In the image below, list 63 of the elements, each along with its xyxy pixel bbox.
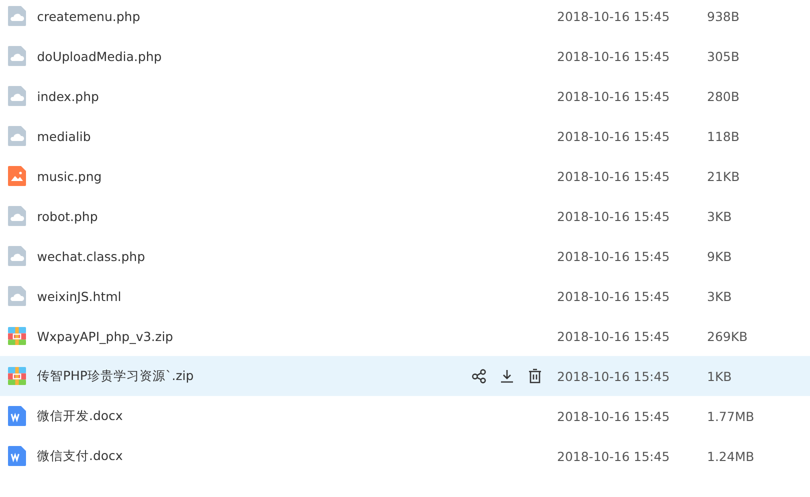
modified-date: 2018-10-16 15:45 (557, 48, 671, 64)
file-name: wechat.class.php (37, 248, 146, 264)
file-name: music.png (37, 168, 103, 184)
file-size: 305B (707, 48, 740, 64)
modified-date: 2018-10-16 15:45 (557, 448, 671, 464)
modified-date: 2018-10-16 15:45 (557, 168, 671, 184)
modified-date: 2018-10-16 15:45 (557, 248, 671, 264)
file-row[interactable]: 微信开发.docx 2018-10-16 15:45 1.77MB (0, 396, 810, 436)
file-size: 21KB (707, 168, 740, 184)
modified-date: 2018-10-16 15:45 (557, 328, 671, 344)
cloud-file-icon (8, 86, 26, 106)
modified-date: 2018-10-16 15:45 (557, 8, 671, 24)
cloud-file-icon (8, 126, 26, 146)
word-file-icon (8, 406, 26, 426)
modified-date: 2018-10-16 15:45 (557, 128, 671, 144)
share-icon[interactable] (471, 368, 487, 384)
file-size: 118B (707, 128, 740, 144)
download-icon[interactable] (499, 368, 515, 384)
modified-date: 2018-10-16 15:45 (557, 368, 671, 384)
file-size: 1.24MB (707, 448, 754, 464)
file-size: 3KB (707, 208, 732, 224)
modified-date: 2018-10-16 15:45 (557, 208, 671, 224)
archive-file-icon (8, 326, 26, 346)
file-row[interactable]: index.php 2018-10-16 15:45 280B (0, 76, 810, 116)
file-name: medialib (37, 128, 92, 144)
file-row[interactable]: createmenu.php 2018-10-16 15:45 938B (0, 0, 810, 36)
file-row[interactable]: music.png 2018-10-16 15:45 21KB (0, 156, 810, 196)
modified-date: 2018-10-16 15:45 (557, 408, 671, 424)
file-row[interactable]: 微信支付.docx 2018-10-16 15:45 1.24MB (0, 436, 810, 476)
file-size: 280B (707, 88, 740, 104)
cloud-file-icon (8, 246, 26, 266)
word-file-icon (8, 446, 26, 466)
file-name: 微信支付.docx (37, 448, 124, 464)
file-row[interactable]: wechat.class.php 2018-10-16 15:45 9KB (0, 236, 810, 276)
cloud-file-icon (8, 6, 26, 26)
file-name: 传智PHP珍贵学习资源`.zip (37, 368, 195, 384)
file-row[interactable]: WxpayAPI_php_v3.zip 2018-10-16 15:45 269KB (0, 316, 810, 356)
file-name: weixinJS.html (37, 288, 122, 304)
file-size: 269KB (707, 328, 748, 344)
file-name: WxpayAPI_php_v3.zip (37, 328, 174, 344)
cloud-file-icon (8, 46, 26, 66)
file-size: 938B (707, 8, 740, 24)
file-row[interactable]: 传智PHP珍贵学习资源`.zip 2018-10-16 15:45 1KB (0, 356, 810, 396)
file-name: createmenu.php (37, 8, 142, 24)
file-row[interactable]: doUploadMedia.php 2018-10-16 15:45 305B (0, 36, 810, 76)
image-file-icon (8, 166, 26, 186)
archive-file-icon (8, 366, 26, 386)
modified-date: 2018-10-16 15:45 (557, 88, 671, 104)
file-name: index.php (37, 88, 100, 104)
file-size: 3KB (707, 288, 732, 304)
file-size: 1.77MB (707, 408, 754, 424)
file-row[interactable]: robot.php 2018-10-16 15:45 3KB (0, 196, 810, 236)
file-row[interactable]: weixinJS.html 2018-10-16 15:45 3KB (0, 276, 810, 316)
file-name: 微信开发.docx (37, 408, 124, 424)
file-name: doUploadMedia.php (37, 48, 163, 64)
cloud-file-icon (8, 206, 26, 226)
modified-date: 2018-10-16 15:45 (557, 288, 671, 304)
file-name: robot.php (37, 208, 99, 224)
file-size: 1KB (707, 368, 732, 384)
file-size: 9KB (707, 248, 732, 264)
cloud-file-icon (8, 286, 26, 306)
delete-icon[interactable] (527, 368, 543, 384)
file-row[interactable]: medialib 2018-10-16 15:45 118B (0, 116, 810, 156)
